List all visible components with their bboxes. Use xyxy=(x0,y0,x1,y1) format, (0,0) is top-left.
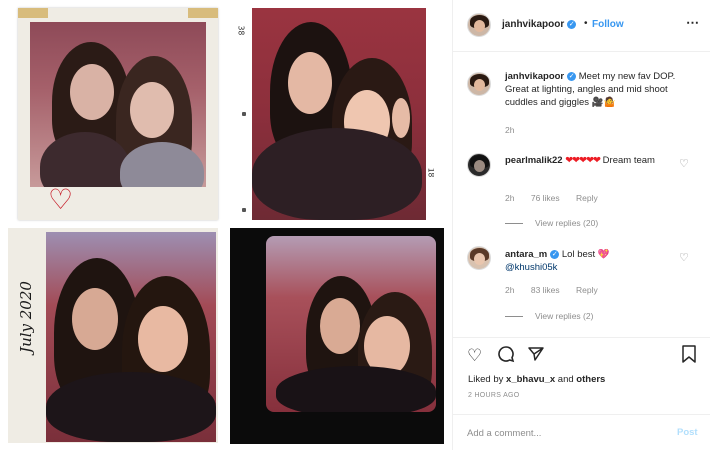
tape-strip-left xyxy=(18,8,48,18)
comment-username-link[interactable]: pearlmalik22 xyxy=(505,155,563,166)
liked-by-user-link[interactable]: x_bhavu_x xyxy=(506,374,555,385)
comment-bubble-icon[interactable] xyxy=(497,345,515,368)
comment-meta: 2h 76 likes Reply xyxy=(505,193,612,203)
view-replies-label: View replies (2) xyxy=(535,311,594,321)
post-photo-collage[interactable]: ♡ 38 18 July 2020 xyxy=(0,0,452,450)
post-date[interactable]: 2 HOURS AGO xyxy=(468,392,520,399)
tape-strip-right xyxy=(188,8,218,18)
avatar[interactable] xyxy=(467,153,491,177)
photo-image xyxy=(266,236,436,412)
follow-button[interactable]: Follow xyxy=(592,19,624,30)
heart-doodle-icon: ♡ xyxy=(48,183,74,216)
dated-photo-bottom-left: July 2020 xyxy=(8,228,218,443)
photo-image xyxy=(46,232,216,442)
avatar[interactable] xyxy=(467,72,491,96)
view-replies-label: View replies (20) xyxy=(535,218,599,228)
liked-by-prefix: Liked by xyxy=(468,374,504,385)
comment-likes-count[interactable]: 76 likes xyxy=(531,193,560,203)
header-separator: • xyxy=(584,18,588,29)
comment-reply-button[interactable]: Reply xyxy=(576,193,598,203)
liked-by-others-link[interactable]: others xyxy=(576,374,605,385)
avatar-image xyxy=(474,20,485,32)
comment-body: Dream team xyxy=(602,155,655,166)
paper-plane-icon[interactable] xyxy=(527,345,545,368)
photo-side-label: July 2020 xyxy=(16,281,35,353)
film-frame-photo-top-right: 38 18 xyxy=(236,8,434,220)
caption-timestamp[interactable]: 2h xyxy=(505,125,514,135)
film-frame-photo-bottom-right xyxy=(230,228,444,444)
verified-badge-icon: ✓ xyxy=(567,19,577,29)
avatar[interactable] xyxy=(467,13,491,37)
verified-badge-icon: ✓ xyxy=(550,249,560,259)
comment-body: Lol best 💖 xyxy=(561,249,610,260)
post-header: janhvikapoor ✓ • Follow ⋯ xyxy=(453,0,710,52)
add-comment-input[interactable] xyxy=(467,425,657,441)
post-actions-bar: ♡ xyxy=(453,337,710,375)
comment-like-heart-icon[interactable]: ♡ xyxy=(679,251,689,264)
comment-likes-count[interactable]: 83 likes xyxy=(531,285,560,295)
bookmark-icon[interactable] xyxy=(681,345,697,368)
red-hearts-emoji: ❤❤❤❤❤ xyxy=(565,155,601,166)
add-comment-bar: Post xyxy=(453,414,710,450)
frame-number-bottom: 18 xyxy=(426,167,434,178)
view-replies-button[interactable]: View replies (2) xyxy=(505,311,593,321)
liked-by-and: and xyxy=(557,374,574,385)
avatar[interactable] xyxy=(467,246,491,270)
frame-number-top: 38 xyxy=(236,25,246,36)
caption-username-link[interactable]: janhvikapoor xyxy=(505,71,564,82)
verified-badge-icon: ✓ xyxy=(567,71,577,81)
username-text: janhvikapoor xyxy=(502,19,565,30)
avatar-image xyxy=(474,79,485,91)
header-username-link[interactable]: janhvikapoor ✓ xyxy=(502,19,577,30)
post-caption: janhvikapoor ✓ Meet my new fav DOP. Great… xyxy=(505,70,701,109)
replies-divider-line xyxy=(505,316,523,318)
film-perforation xyxy=(242,112,246,116)
replies-divider-line xyxy=(505,223,523,225)
avatar-image xyxy=(474,253,485,265)
photo-image xyxy=(30,22,206,187)
comment-meta: 2h 83 likes Reply xyxy=(505,285,612,295)
more-options-icon[interactable]: ⋯ xyxy=(686,15,699,31)
comment-reply-button[interactable]: Reply xyxy=(576,285,598,295)
comment-text: antara_m ✓ Lol best 💖 @khushi05k xyxy=(505,248,675,274)
avatar-image xyxy=(474,160,485,172)
post-details-panel: janhvikapoor ✓ • Follow ⋯ janhvikapoor ✓ M… xyxy=(452,0,710,450)
post-comment-button[interactable]: Post xyxy=(677,427,698,438)
photo-image xyxy=(252,8,426,220)
comment-time[interactable]: 2h xyxy=(505,285,514,295)
film-perforation xyxy=(242,208,246,212)
comment-time[interactable]: 2h xyxy=(505,193,514,203)
comment-username-link[interactable]: antara_m xyxy=(505,249,547,260)
heart-outline-icon[interactable]: ♡ xyxy=(467,346,482,366)
comment-like-heart-icon[interactable]: ♡ xyxy=(679,157,689,170)
mention-link[interactable]: @khushi05k xyxy=(505,262,557,273)
liked-by-text: Liked by x_bhavu_x and others xyxy=(468,374,605,385)
polaroid-photo-top-left: ♡ xyxy=(18,8,218,220)
view-replies-button[interactable]: View replies (20) xyxy=(505,218,598,228)
comment-text: pearlmalik22 ❤❤❤❤❤ Dream team xyxy=(505,154,675,167)
